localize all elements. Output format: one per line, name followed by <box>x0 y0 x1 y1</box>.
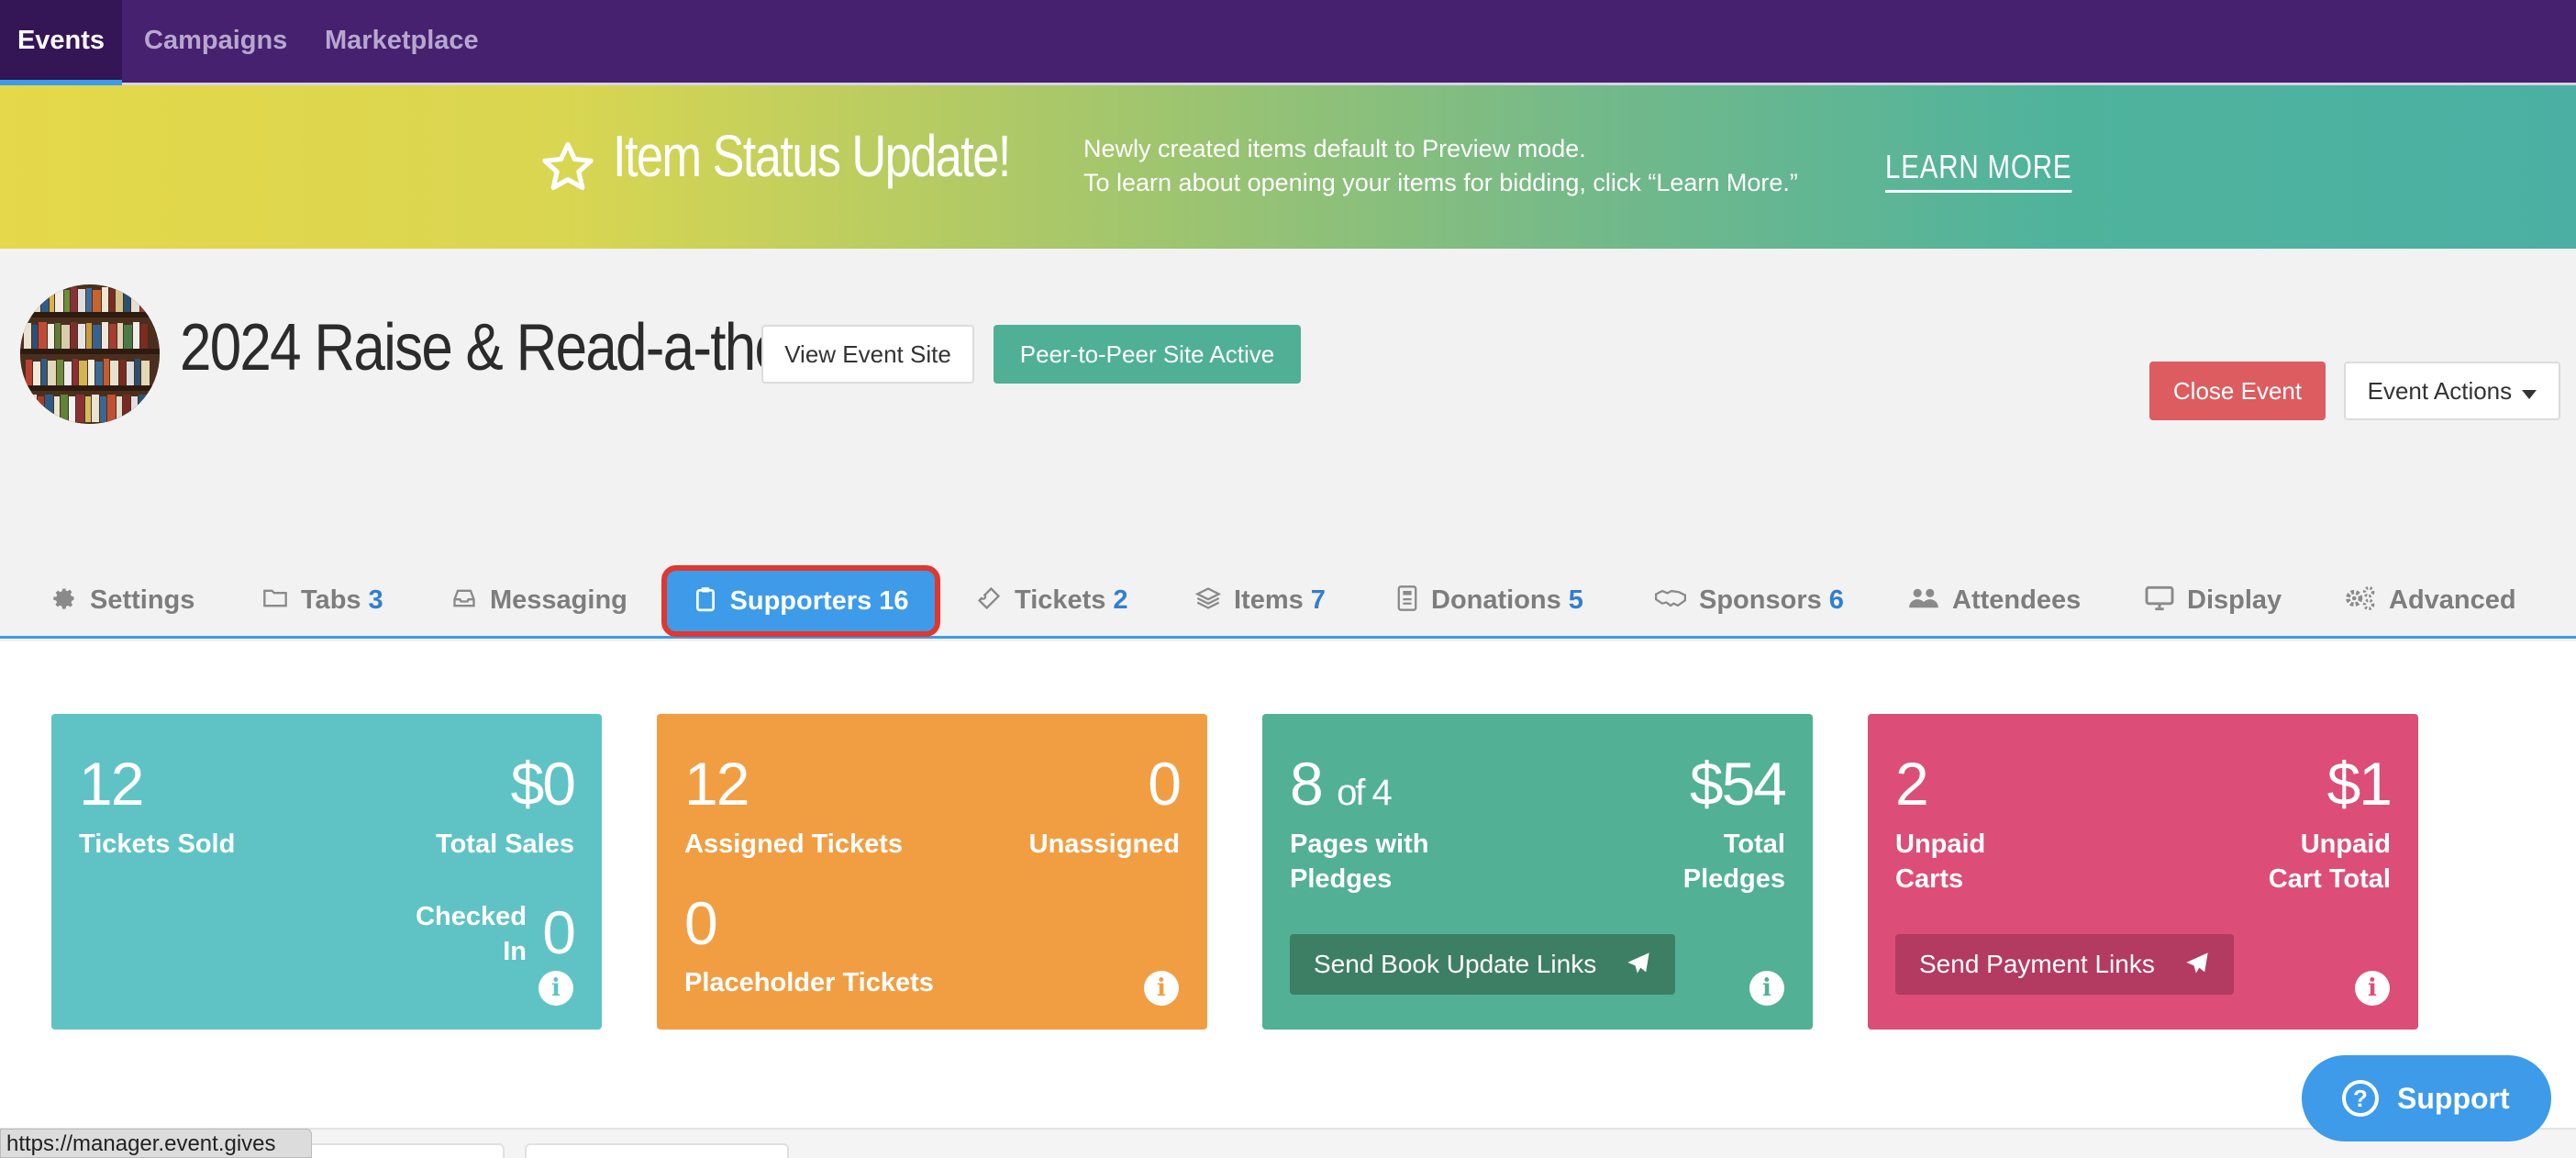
nav-marketplace[interactable]: Marketplace <box>325 0 479 83</box>
tickets-sold-value: 12 <box>79 750 144 818</box>
send-book-update-links-label: Send Book Update Links <box>1314 950 1597 978</box>
tab-sponsors-count: 6 <box>1828 585 1844 615</box>
total-sales-label: Total Sales <box>436 830 574 859</box>
send-book-update-links-button[interactable]: Send Book Update Links <box>1290 934 1675 995</box>
status-bar-url: https://manager.event.gives <box>0 1129 312 1158</box>
tab-supporters-count: 16 <box>879 586 909 616</box>
tab-messaging-label: Messaging <box>490 585 627 615</box>
nav-campaigns[interactable]: Campaigns <box>144 0 287 83</box>
tab-attendees-label: Attendees <box>1952 585 2082 615</box>
learn-more-link[interactable]: LEARN MORE <box>1885 148 2072 193</box>
placeholder-tickets-label: Placeholder Tickets <box>684 968 934 997</box>
assigned-tickets-value: 12 <box>684 750 749 818</box>
total-pledges-label: Total Pledges <box>1682 830 1785 894</box>
handshake-icon <box>1655 590 1686 607</box>
total-sales-value: $0 <box>510 750 576 818</box>
total-pledges-value: $54 <box>1689 750 1787 818</box>
tab-supporters[interactable]: Supporters 16 <box>661 565 940 637</box>
tab-tabs-count: 3 <box>368 585 383 615</box>
ticket-icon <box>977 587 1001 610</box>
checked-in-label: Checked In <box>416 902 527 966</box>
nav-events[interactable]: Events <box>0 0 122 85</box>
unassigned-label: Unassigned <box>1028 830 1180 859</box>
tab-advanced[interactable]: Advanced <box>2345 565 2516 635</box>
pages-with-pledges-label: Pages with Pledges <box>1290 830 1429 894</box>
send-payment-links-button[interactable]: Send Payment Links <box>1895 934 2234 995</box>
tab-items[interactable]: Items 7 <box>1194 565 1326 635</box>
monitor-icon <box>2145 586 2174 611</box>
assigned-tickets-card: 12 Assigned Tickets 0 Unassigned 0 Place… <box>657 714 1207 1030</box>
tab-display[interactable]: Display <box>2145 565 2282 635</box>
inbox-icon <box>453 590 475 607</box>
banner-title: Item Status Update! <box>613 123 1011 189</box>
folder-icon <box>263 590 287 607</box>
tab-tickets[interactable]: Tickets 2 <box>976 565 1128 635</box>
checked-in-value: 0 <box>542 898 576 966</box>
caret-down-icon <box>2522 390 2537 399</box>
tab-display-label: Display <box>2187 585 2282 615</box>
tab-tickets-count: 2 <box>1113 585 1128 615</box>
unpaid-carts-card: 2 Unpaid Carts $1 Unpaid Cart Total Send P… <box>1868 714 2418 1030</box>
peer-to-peer-active-button[interactable]: Peer-to-Peer Site Active <box>994 325 1301 384</box>
gear-icon <box>53 588 74 610</box>
tab-attendees[interactable]: Attendees <box>1908 565 2081 635</box>
send-payment-links-label: Send Payment Links <box>1919 950 2155 978</box>
tickets-card: 12 Tickets Sold $0 Total Sales Checked In… <box>51 714 602 1030</box>
event-avatar <box>20 284 160 424</box>
tab-settings[interactable]: Settings <box>51 565 194 635</box>
view-event-site-button[interactable]: View Event Site <box>761 325 974 384</box>
unpaid-carts-value: 2 <box>1895 750 1929 818</box>
receipt-icon <box>1397 585 1417 612</box>
tab-tickets-label: Tickets <box>1015 585 1106 615</box>
item-status-banner: Item Status Update! Newly created items … <box>0 85 2576 249</box>
tab-advanced-label: Advanced <box>2389 585 2516 615</box>
tab-items-count: 7 <box>1310 585 1326 615</box>
users-icon <box>1909 589 1938 608</box>
assigned-tickets-label: Assigned Tickets <box>684 830 904 859</box>
top-navigation: Events Campaigns Marketplace <box>0 0 2576 85</box>
layers-icon <box>1194 587 1222 610</box>
event-actions-dropdown[interactable]: Event Actions <box>2344 362 2560 420</box>
gears-icon <box>2346 586 2375 611</box>
tab-supporters-label: Supporters <box>729 586 872 616</box>
tab-tabs-label: Tabs <box>301 585 361 615</box>
clipboard-icon <box>695 587 715 612</box>
event-actions-label: Event Actions <box>2367 377 2513 405</box>
paper-plane-icon <box>1627 952 1649 974</box>
event-tabs: Settings Tabs 3 Messaging Supporters 16 Ti… <box>0 565 2576 639</box>
unpaid-carts-label: Unpaid Carts <box>1895 830 1986 894</box>
banner-line-1: Newly created items default to Preview m… <box>1083 135 1586 162</box>
info-icon[interactable]: i <box>1749 971 1784 1006</box>
tab-sponsors-label: Sponsors <box>1699 585 1822 615</box>
tab-items-label: Items <box>1234 585 1304 615</box>
paper-plane-icon <box>2185 952 2208 974</box>
tab-donations-label: Donations <box>1431 585 1561 615</box>
tab-settings-label: Settings <box>90 585 195 615</box>
banner-line-2: To learn about opening your items for bi… <box>1083 169 1798 196</box>
close-event-button[interactable]: Close Event <box>2149 362 2326 420</box>
info-icon[interactable]: i <box>2355 971 2390 1006</box>
unpaid-cart-total-label: Unpaid Cart Total <box>2268 830 2391 894</box>
partial-panel <box>303 1143 505 1158</box>
tab-donations[interactable]: Donations 5 <box>1396 565 1583 635</box>
support-label: Support <box>2397 1082 2510 1115</box>
tab-messaging[interactable]: Messaging <box>451 565 627 635</box>
partial-panel <box>525 1143 789 1158</box>
event-title: 2024 Raise & Read-a-thon <box>180 311 816 384</box>
unassigned-value: 0 <box>1148 750 1182 818</box>
pledges-card: 8 of 4 Pages with Pledges $54 Total Pledge… <box>1262 714 1813 1030</box>
question-circle-icon: ? <box>2342 1080 2379 1117</box>
unpaid-cart-total-value: $1 <box>2326 750 2393 818</box>
tab-sponsors[interactable]: Sponsors 6 <box>1655 565 1844 635</box>
info-icon[interactable]: i <box>539 971 573 1006</box>
info-icon[interactable]: i <box>1144 971 1179 1006</box>
tickets-sold-label: Tickets Sold <box>79 830 236 859</box>
support-button[interactable]: ? Support <box>2302 1055 2551 1141</box>
bookshelf-image <box>20 284 160 424</box>
tab-donations-count: 5 <box>1568 585 1583 615</box>
tab-tabs[interactable]: Tabs 3 <box>262 565 383 635</box>
star-outline-icon <box>542 141 594 191</box>
placeholder-tickets-value: 0 <box>684 889 718 957</box>
pages-with-pledges-value: 8 of 4 <box>1290 750 1393 818</box>
